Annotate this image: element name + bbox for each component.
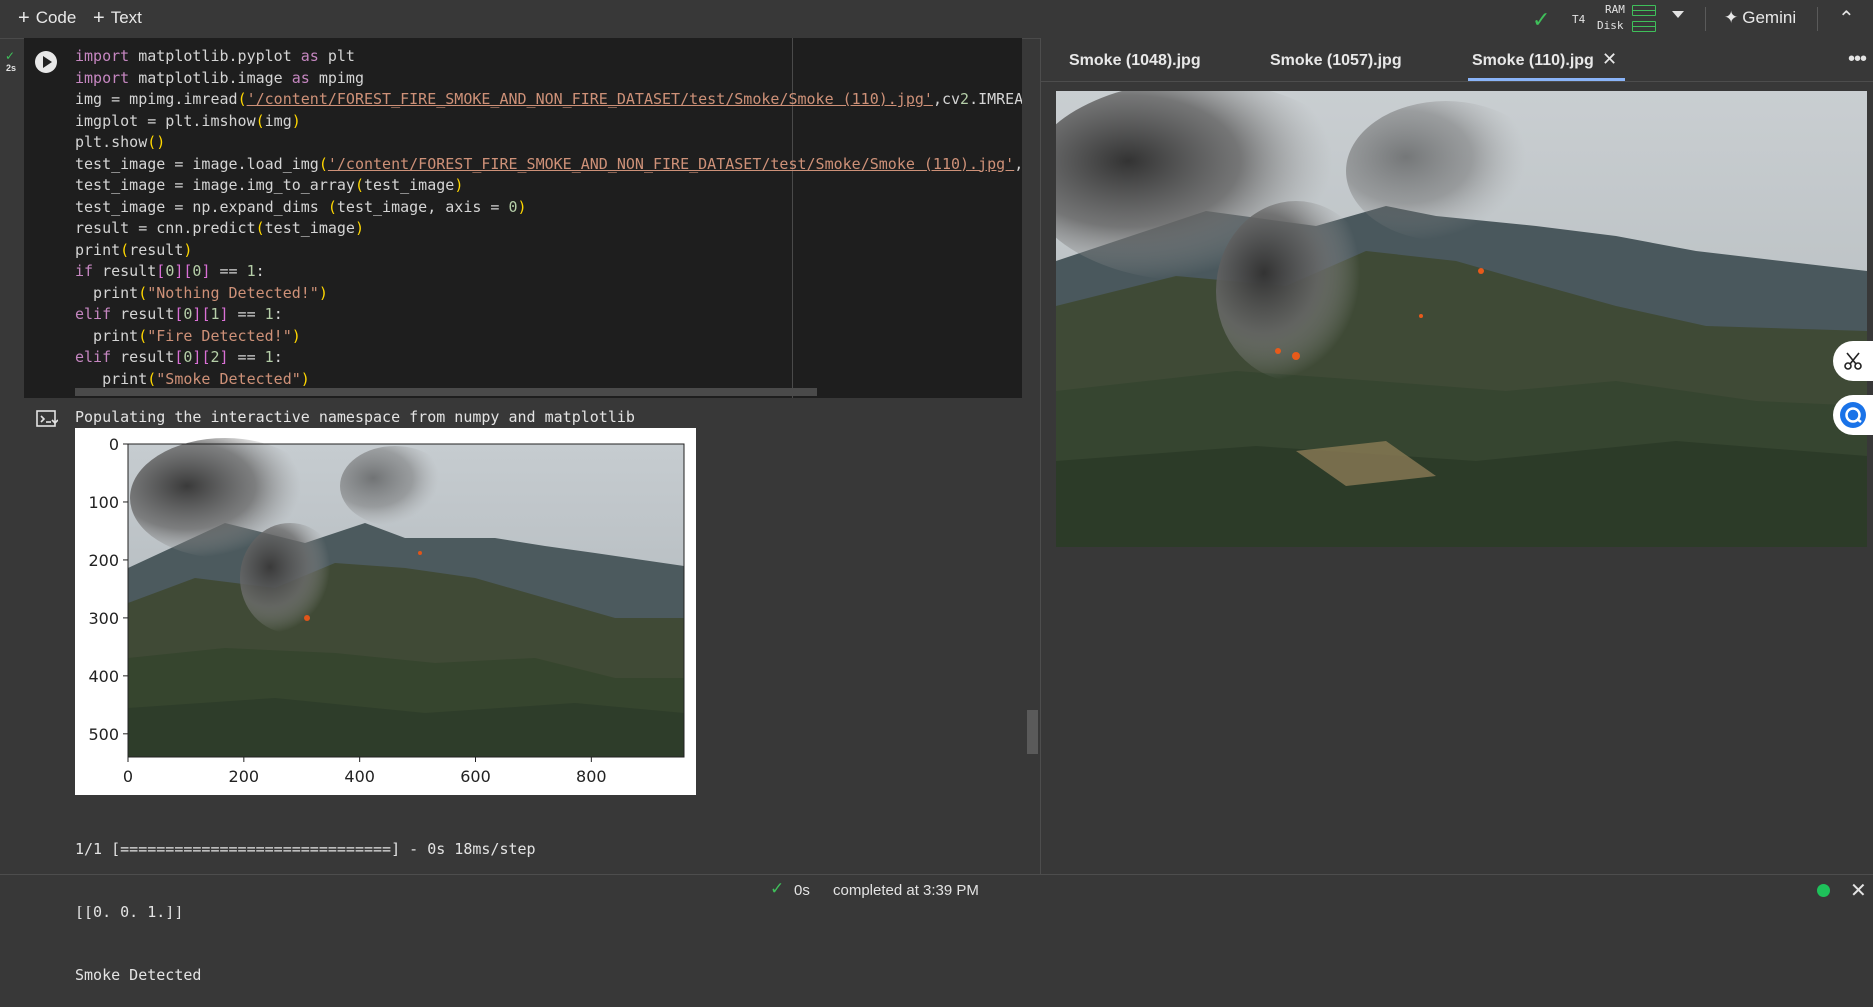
exec-time: 2s — [6, 63, 17, 73]
disk-label: Disk — [1597, 19, 1624, 32]
file-tabs: Smoke (1048).jpg Smoke (1057).jpg Smoke … — [1041, 38, 1873, 82]
add-text-button[interactable]: + Text — [93, 8, 142, 28]
more-options-icon[interactable]: ••• — [1848, 48, 1867, 71]
assistant-icon[interactable] — [1833, 395, 1873, 435]
code-line[interactable]: if result[0][0] == 1: — [75, 262, 265, 280]
disk-meter — [1632, 21, 1656, 32]
x-tick-label: 0 — [123, 767, 133, 786]
divider — [1705, 7, 1706, 31]
tab-smoke-1048[interactable]: Smoke (1048).jpg — [1069, 52, 1201, 70]
plotted-image — [127, 438, 685, 758]
play-icon — [43, 56, 52, 68]
x-tick-label: 800 — [576, 767, 607, 786]
gemini-label: Gemini — [1742, 8, 1797, 27]
divider — [1817, 7, 1818, 31]
chevron-down-icon[interactable] — [1672, 11, 1684, 18]
toolbar: + Code + Text ✓ T4 RAM Disk ✦ Gemini ⌃ — [0, 0, 1873, 39]
sparkle-icon: ✦ — [1724, 8, 1739, 27]
code-line[interactable]: plt.show() — [75, 133, 165, 151]
image-preview — [1056, 91, 1867, 547]
vertical-scrollbar[interactable] — [1027, 710, 1038, 754]
add-text-label: Text — [110, 8, 142, 27]
y-tick-label: 400 — [88, 667, 119, 686]
plot-canvas: 0 100 200 300 400 500 0 200 400 600 800 — [88, 435, 685, 786]
add-code-label: Code — [35, 8, 77, 27]
y-axis: 0 100 200 300 400 500 — [88, 435, 128, 744]
code-line[interactable]: elif result[0][1] == 1: — [75, 305, 283, 323]
plus-icon: + — [93, 7, 105, 29]
status-bar: ✓ 0s completed at 3:39 PM ✕ — [0, 874, 1873, 906]
scissors-icon[interactable] — [1833, 341, 1873, 381]
code-line[interactable]: print("Nothing Detected!") — [75, 284, 328, 302]
gemini-button[interactable]: ✦ Gemini — [1724, 8, 1796, 28]
code-line[interactable]: test_image = image.img_to_array(test_ima… — [75, 176, 463, 194]
status-exec-time: 0s — [794, 882, 810, 899]
active-tab-indicator — [1468, 78, 1625, 81]
pane-divider[interactable] — [1040, 38, 1041, 874]
x-tick-label: 600 — [460, 767, 491, 786]
close-icon[interactable]: ✕ — [1602, 49, 1617, 70]
output-toggle-icon[interactable] — [36, 410, 58, 428]
code-line[interactable]: test_image = np.expand_dims (test_image,… — [75, 198, 527, 216]
y-tick-label: 300 — [88, 609, 119, 628]
code-line[interactable]: print("Fire Detected!") — [75, 327, 301, 345]
ram-label: RAM — [1605, 3, 1625, 16]
code-line[interactable]: result = cnn.predict(test_image) — [75, 219, 364, 237]
code-line[interactable]: import matplotlib.pyplot as plt — [75, 47, 355, 65]
connection-status-dot — [1817, 884, 1830, 897]
status-completed: completed at 3:39 PM — [833, 882, 979, 899]
matplotlib-figure: 0 100 200 300 400 500 0 200 400 600 800 — [75, 428, 696, 795]
run-cell-button[interactable] — [35, 51, 57, 73]
y-tick-label: 200 — [88, 551, 119, 570]
close-icon[interactable]: ✕ — [1850, 878, 1867, 903]
y-tick-label: 500 — [88, 725, 119, 744]
add-code-button[interactable]: + Code — [18, 8, 76, 28]
x-tick-label: 200 — [229, 767, 260, 786]
namespace-output: Populating the interactive namespace fro… — [75, 408, 635, 426]
check-icon: ✓ — [770, 879, 785, 898]
code-line[interactable]: print("Smoke Detected") — [75, 370, 310, 388]
tab-smoke-110[interactable]: Smoke (110).jpg — [1472, 52, 1594, 70]
progress-line: 1/1 [==============================] - 0… — [75, 840, 536, 858]
code-editor[interactable]: import matplotlib.pyplot as plt import m… — [24, 38, 1022, 398]
tab-smoke-1057[interactable]: Smoke (1057).jpg — [1270, 52, 1402, 70]
resource-monitor[interactable]: RAM Disk — [1597, 2, 1625, 34]
code-line[interactable]: imgplot = plt.imshow(img) — [75, 112, 301, 130]
code-line[interactable]: print(result) — [75, 241, 192, 259]
horizontal-scrollbar[interactable] — [75, 388, 817, 396]
cell-gutter — [0, 40, 24, 400]
check-icon: ✓ — [1532, 7, 1551, 32]
code-line[interactable]: test_image = image.load_img('/content/FO… — [75, 155, 1022, 173]
x-axis: 0 200 400 600 800 — [123, 757, 607, 786]
code-line[interactable]: img = mpimg.imread('/content/FOREST_FIRE… — [75, 90, 1022, 108]
code-line[interactable]: import matplotlib.image as mpimg — [75, 69, 364, 87]
plus-icon: + — [18, 7, 30, 29]
ram-meter — [1632, 5, 1656, 16]
chevron-up-icon[interactable]: ⌃ — [1838, 6, 1855, 31]
detection-result: Smoke Detected — [75, 966, 202, 984]
code-block[interactable]: import matplotlib.pyplot as plt import m… — [75, 46, 1022, 390]
y-tick-label: 100 — [88, 493, 119, 512]
check-icon: ✓ — [5, 49, 16, 63]
code-line[interactable]: elif result[0][2] == 1: — [75, 348, 283, 366]
runtime-label[interactable]: T4 — [1572, 13, 1585, 26]
x-tick-label: 400 — [344, 767, 375, 786]
scissors-glyph — [1844, 352, 1862, 370]
assistant-glyph — [1840, 402, 1866, 428]
y-tick-label: 0 — [109, 435, 119, 454]
